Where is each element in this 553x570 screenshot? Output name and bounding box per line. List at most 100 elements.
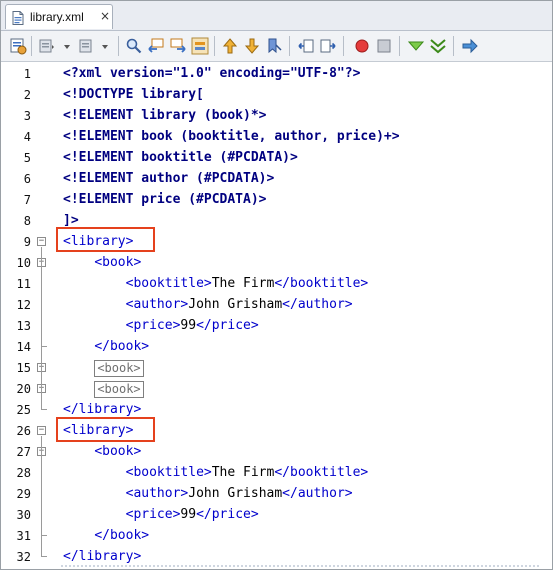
code-text[interactable]: <!ELEMENT price (#PCDATA)> [63,192,267,207]
code-line[interactable]: 20+ <book> [1,379,552,400]
find-icon[interactable] [125,37,143,55]
code-text[interactable]: <price>99</price> [63,318,259,333]
dtd-declaration: <!ELEMENT book (booktitle, author, price… [63,129,400,144]
code-line[interactable]: 3 <!ELEMENT library (book)*> [1,106,552,127]
dtd-declaration: <!ELEMENT author (#PCDATA)> [63,171,275,186]
validate-xml-icon[interactable] [429,37,447,55]
source-history-icon[interactable] [9,37,27,55]
line-number: 14 [16,340,31,354]
shift-left-icon[interactable] [297,37,315,55]
check-xml-icon[interactable] [407,37,425,55]
line-number: 12 [16,298,31,312]
folded-block[interactable]: <book> [94,381,144,398]
find-previous-icon[interactable] [147,37,165,55]
folded-block[interactable]: <book> [94,360,144,377]
text-content: 99 [180,507,197,522]
toggle-bookmark-icon[interactable] [265,37,283,55]
code-text[interactable]: ]> [63,213,79,228]
xml-tag: </author> [282,486,353,501]
dtd-declaration: ]> [63,213,79,228]
code-text[interactable]: </book> [63,528,149,543]
line-number: 20 [16,382,31,396]
fold-end-marker [41,337,47,347]
previous-bookmark-icon[interactable] [221,37,239,55]
text-content: The Firm [211,276,275,291]
code-text[interactable]: <!ELEMENT library (book)*> [63,108,267,123]
text-content [63,528,94,543]
xml-tag: </price> [196,507,259,522]
code-line[interactable]: 30 <price>99</price> [1,505,552,526]
code-line[interactable]: 12 <author>John Grisham</author> [1,295,552,316]
code-text[interactable]: <book> [63,255,141,270]
code-line[interactable]: 28 <booktitle>The Firm</booktitle> [1,463,552,484]
tab-strip: library.xml × [1,1,552,31]
toggle-highlight-icon[interactable] [191,37,209,55]
code-line[interactable]: 14 </book> [1,337,552,358]
forward-icon[interactable] [77,37,95,55]
xml-tag: </author> [282,297,353,312]
code-line[interactable]: 6 <!ELEMENT author (#PCDATA)> [1,169,552,190]
xml-tag: <price> [125,507,181,522]
line-number: 26 [16,424,31,438]
collapse-fold-icon[interactable]: − [37,426,46,435]
code-line[interactable]: 11 <booktitle>The Firm</booktitle> [1,274,552,295]
close-icon[interactable]: × [100,9,110,23]
chevron-down-icon[interactable] [59,37,77,55]
code-text[interactable]: <!ELEMENT booktitle (#PCDATA)> [63,150,298,165]
code-text[interactable]: <booktitle>The Firm</booktitle> [63,465,369,480]
line-number: 31 [16,529,31,543]
next-bookmark-icon[interactable] [243,37,261,55]
code-text[interactable]: <author>John Grisham</author> [63,486,353,501]
back-icon[interactable] [37,37,55,55]
code-text[interactable]: </library> [63,549,141,564]
code-text[interactable]: <price>99</price> [63,507,259,522]
line-number: 13 [16,319,31,333]
xml-tag: <booktitle> [125,276,212,291]
code-line[interactable]: 27− <book> [1,442,552,463]
stop-macro-icon[interactable] [375,37,393,55]
find-next-icon[interactable] [169,37,187,55]
code-line[interactable]: 10− <book> [1,253,552,274]
line-number: 1 [23,67,31,81]
xml-tag: </book> [94,528,150,543]
line-number: 9 [23,235,31,249]
code-text[interactable]: <!ELEMENT author (#PCDATA)> [63,171,274,186]
code-text[interactable]: <author>John Grisham</author> [63,297,353,312]
highlight-library-tag-2 [56,417,155,442]
tab-library-xml[interactable]: library.xml × [5,4,113,29]
code-text[interactable]: <book> [63,381,144,398]
code-line[interactable]: 5 <!ELEMENT booktitle (#PCDATA)> [1,148,552,169]
code-text[interactable]: </library> [63,402,141,417]
line-number: 32 [16,550,31,564]
code-text[interactable]: <!ELEMENT book (booktitle, author, price… [63,129,400,144]
code-line[interactable]: 1 <?xml version="1.0" encoding="UTF-8"?> [1,64,552,85]
code-text[interactable]: <?xml version="1.0" encoding="UTF-8"?> [63,66,360,81]
text-content [63,255,94,270]
xml-tag: <booktitle> [125,465,212,480]
dtd-declaration: <!ELEMENT library (book)*> [63,108,267,123]
code-line[interactable]: 2 <!DOCTYPE library[ [1,85,552,106]
code-text[interactable]: <booktitle>The Firm</booktitle> [63,276,369,291]
code-line[interactable]: 15+ <book> [1,358,552,379]
line-number: 6 [23,172,31,186]
code-line[interactable]: 13 <price>99</price> [1,316,552,337]
xsl-transform-icon[interactable] [461,37,479,55]
shift-right-icon[interactable] [319,37,337,55]
start-macro-icon[interactable] [353,37,371,55]
code-line[interactable]: 7 <!ELEMENT price (#PCDATA)> [1,190,552,211]
xml-tag: </price> [196,318,259,333]
code-text[interactable]: <!DOCTYPE library[ [63,87,204,102]
code-text[interactable]: <book> [63,360,144,377]
text-content [63,465,126,480]
code-line[interactable]: 31 </book> [1,526,552,547]
code-line[interactable]: 29 <author>John Grisham</author> [1,484,552,505]
tab-title: library.xml [30,10,84,24]
line-number: 30 [16,508,31,522]
text-content: The Firm [211,465,275,480]
chevron-down-icon[interactable] [97,37,115,55]
fold-end-marker [41,400,47,410]
code-line[interactable]: 4 <!ELEMENT book (booktitle, author, pric… [1,127,552,148]
collapse-fold-icon[interactable]: − [37,237,46,246]
code-text[interactable]: </book> [63,339,149,354]
code-text[interactable]: <book> [63,444,141,459]
